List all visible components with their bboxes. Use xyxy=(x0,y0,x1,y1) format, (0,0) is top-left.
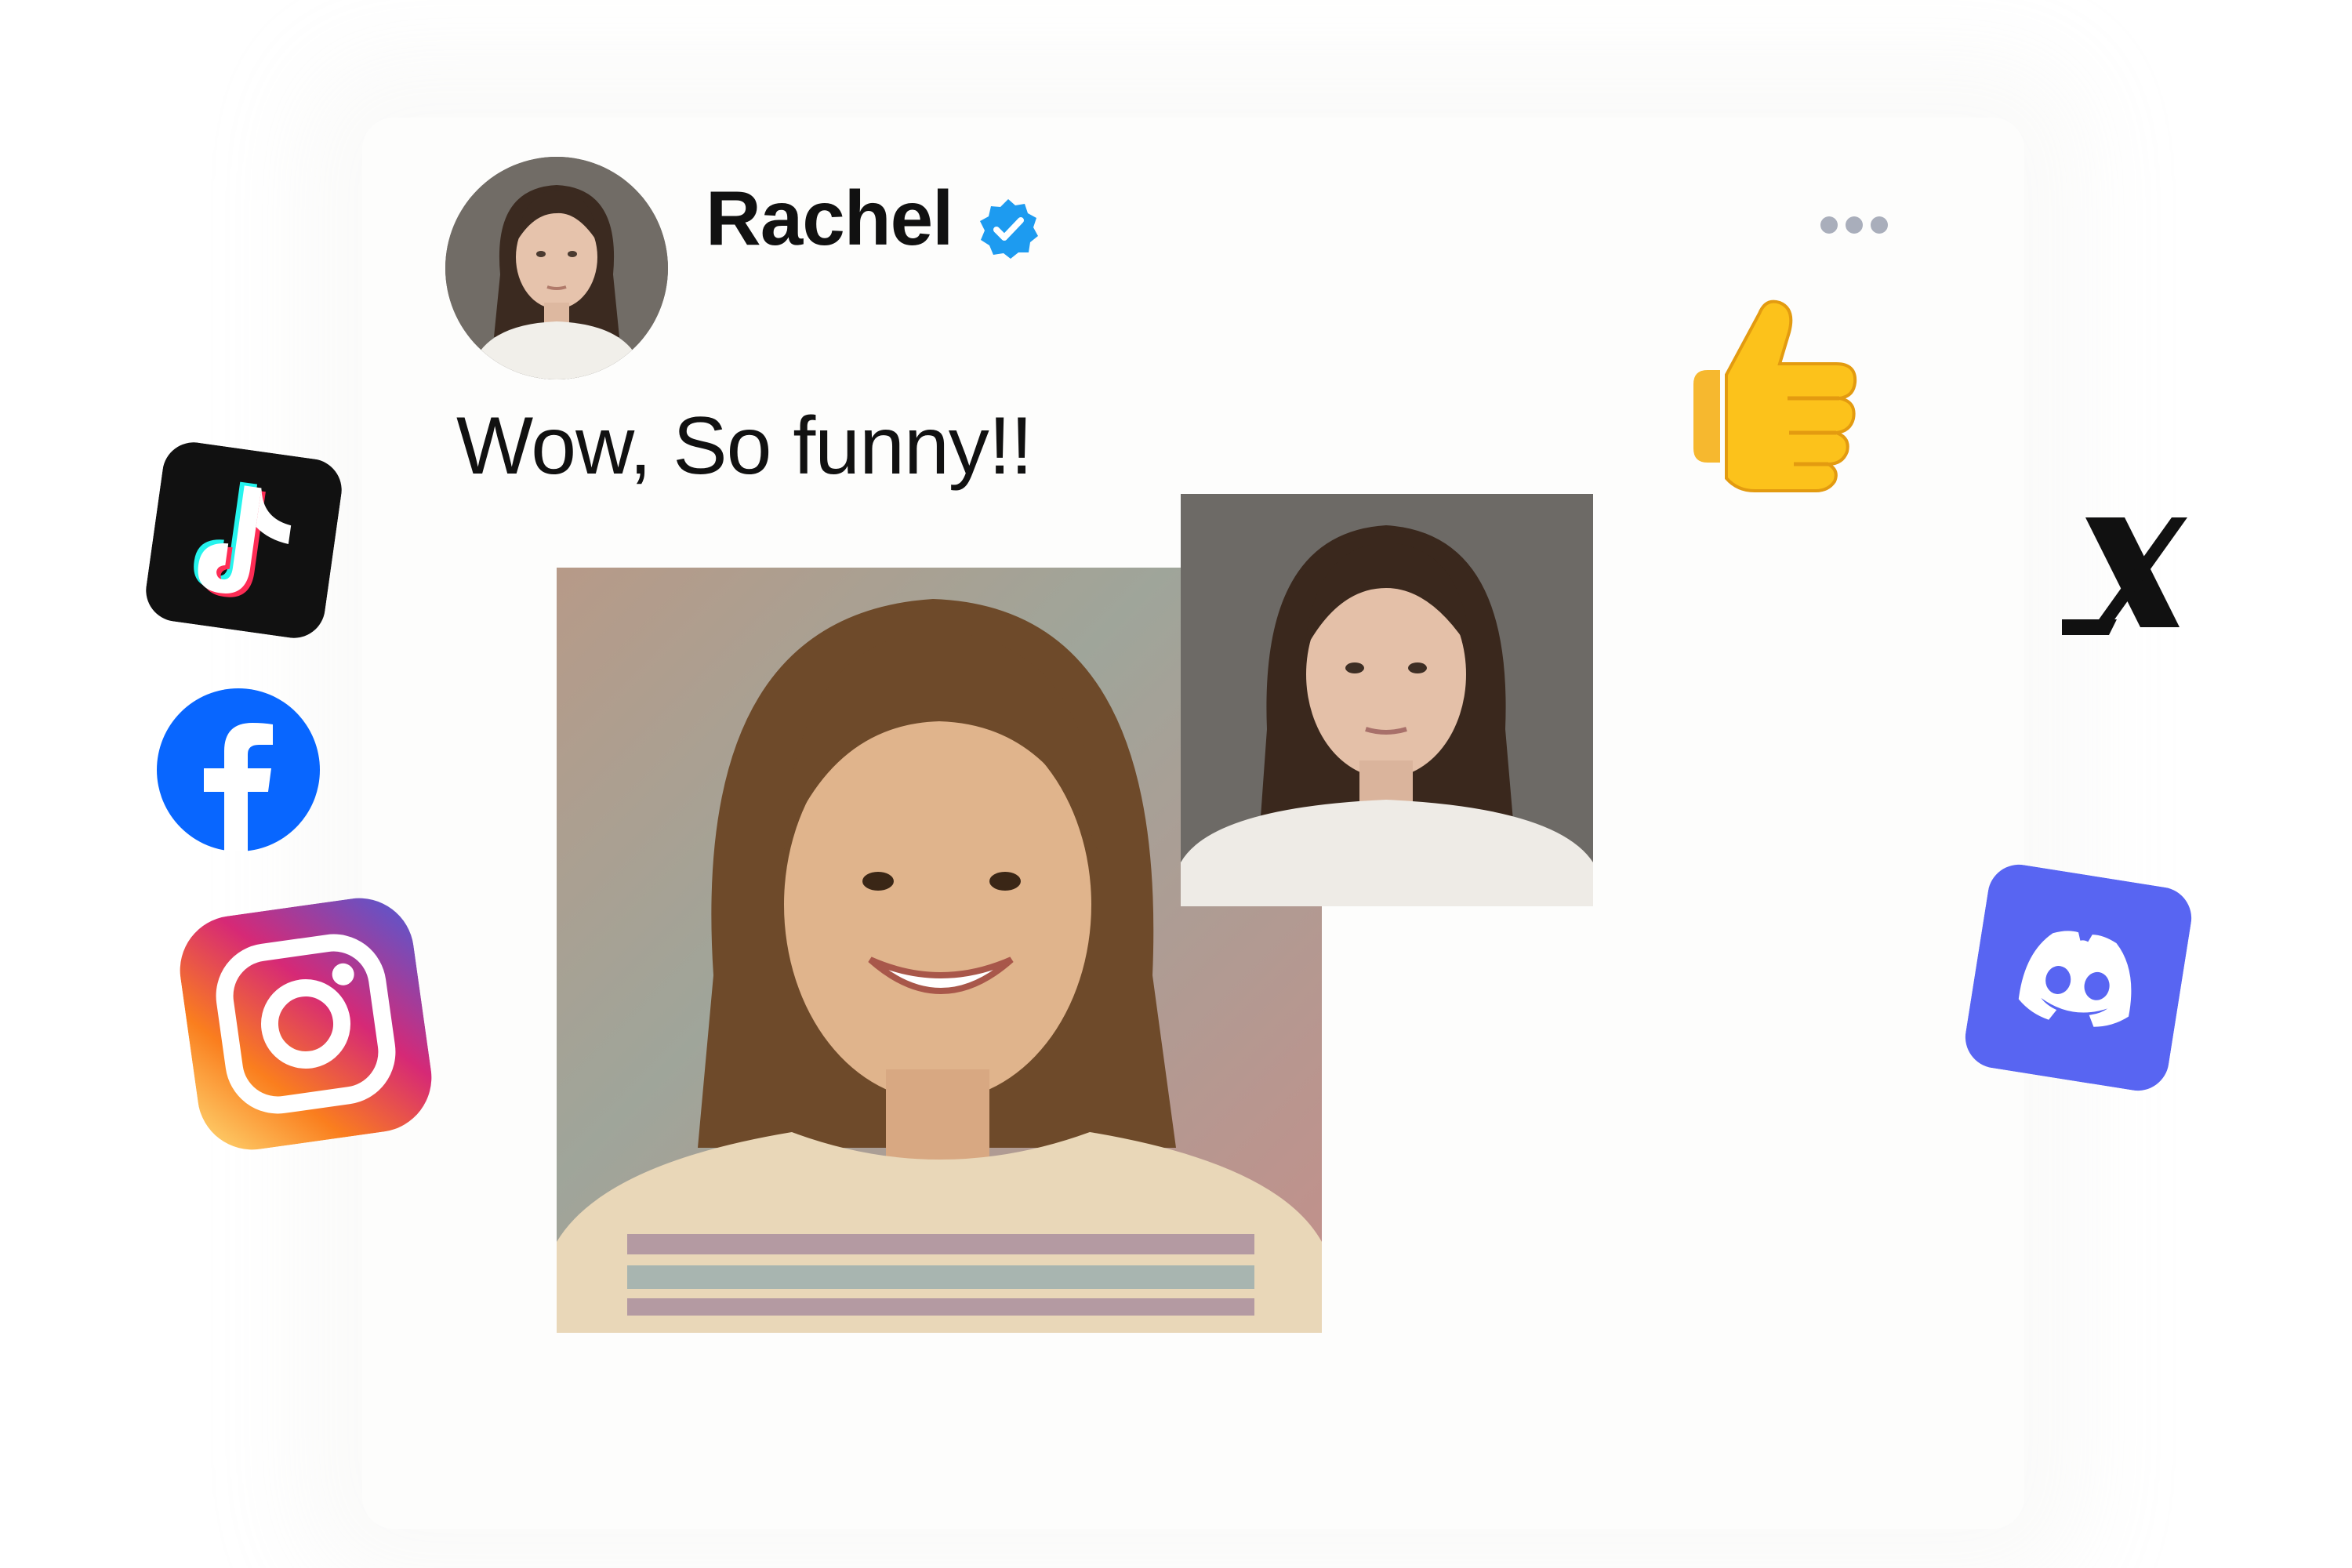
thumbs-up-icon[interactable] xyxy=(1662,282,1874,494)
avatar[interactable] xyxy=(445,157,668,379)
instagram-icon xyxy=(173,891,439,1157)
author-name[interactable]: Rachel xyxy=(706,174,953,263)
post-text: Wow, So funny!! xyxy=(456,401,1033,492)
more-options-icon[interactable] xyxy=(1820,212,1896,238)
x-logo-icon xyxy=(2062,502,2195,643)
post-photo-secondary[interactable] xyxy=(1181,494,1593,906)
verified-badge-icon xyxy=(975,196,1041,262)
tiktok-icon xyxy=(142,438,346,642)
discord-icon xyxy=(1961,860,2196,1095)
facebook-icon xyxy=(157,688,320,851)
